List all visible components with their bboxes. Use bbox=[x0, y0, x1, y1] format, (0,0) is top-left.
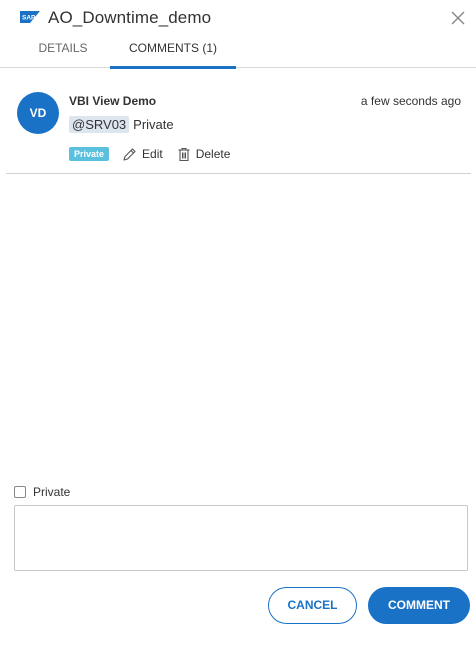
dialog-header: SAP AO_Downtime_demo bbox=[0, 0, 476, 36]
comment-button[interactable]: COMMENT bbox=[368, 587, 470, 624]
comment-actions: Private Edit Delete bbox=[69, 145, 244, 163]
delete-label: Delete bbox=[195, 147, 231, 161]
private-badge: Private bbox=[69, 147, 110, 161]
edit-button[interactable]: Edit bbox=[122, 147, 163, 162]
dialog-title: AO_Downtime_demo bbox=[48, 8, 212, 27]
comment-item: VD VBI View Demo a few seconds ago @SRV0… bbox=[0, 68, 476, 174]
comment-text: Private bbox=[133, 116, 174, 132]
private-checkbox[interactable] bbox=[14, 486, 26, 498]
comment-timestamp: a few seconds ago bbox=[360, 94, 461, 108]
tab-details[interactable]: DETAILS bbox=[24, 36, 102, 68]
tab-comments[interactable]: COMMENTS (1) bbox=[110, 36, 236, 69]
close-icon[interactable] bbox=[449, 9, 467, 27]
delete-button[interactable]: Delete bbox=[177, 147, 231, 162]
avatar: VD bbox=[17, 92, 59, 134]
comment-divider bbox=[6, 173, 471, 174]
comment-input[interactable] bbox=[14, 505, 468, 571]
svg-text:SAP: SAP bbox=[22, 15, 36, 22]
edit-label: Edit bbox=[142, 147, 163, 161]
pencil-icon bbox=[123, 147, 136, 161]
private-checkbox-label: Private bbox=[33, 485, 71, 499]
mention-tag[interactable]: @SRV03 bbox=[69, 115, 130, 133]
cancel-button[interactable]: CANCEL bbox=[268, 587, 357, 624]
comment-author: VBI View Demo bbox=[69, 94, 157, 108]
private-toggle[interactable]: Private bbox=[14, 484, 70, 500]
trash-icon bbox=[178, 147, 190, 161]
sap-logo: SAP bbox=[20, 11, 40, 23]
tab-bar: DETAILS COMMENTS (1) bbox=[0, 36, 476, 69]
comment-body: @SRV03 Private bbox=[69, 115, 174, 133]
